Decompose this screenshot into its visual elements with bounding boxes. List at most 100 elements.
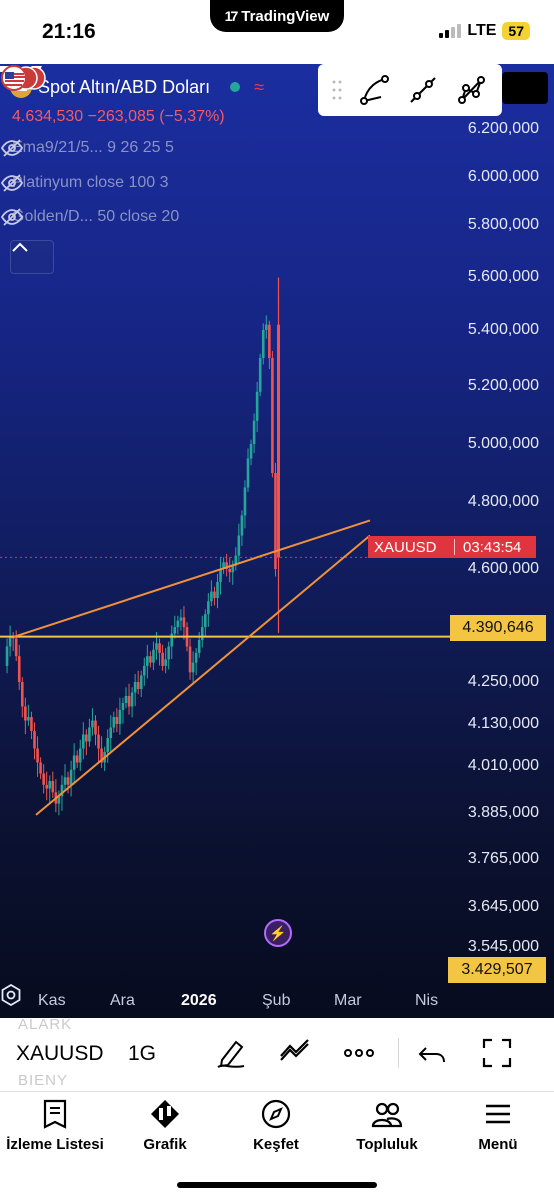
- bar-countdown: 03:43:54: [463, 538, 522, 556]
- candle-body: [164, 659, 167, 666]
- eye-hidden-icon[interactable]: [0, 171, 24, 195]
- candle-body: [265, 324, 268, 330]
- nav-label: Topluluk: [356, 1136, 418, 1153]
- menu-icon: [486, 1104, 510, 1124]
- candle-body: [63, 777, 67, 785]
- arc-tool-button[interactable]: [357, 73, 391, 107]
- community-icon: [371, 1102, 403, 1128]
- dynamic-island: 17 TradingView: [210, 0, 344, 32]
- candle-body: [14, 638, 18, 657]
- path-tool-button[interactable]: [455, 73, 489, 107]
- nav-item-watchlist[interactable]: İzleme Listesi: [0, 1098, 110, 1153]
- candle-body: [204, 614, 207, 628]
- tag-divider: [454, 539, 455, 555]
- home-indicator: [177, 1182, 377, 1188]
- price-scale-label: 4.130,000: [467, 715, 539, 732]
- candle-body: [182, 617, 186, 628]
- candle-body: [213, 591, 216, 599]
- price-scale-label: 5.600,000: [467, 268, 539, 285]
- nav-item-menu[interactable]: Menü: [443, 1098, 553, 1153]
- pencil-draw-icon[interactable]: [214, 1036, 248, 1070]
- undo-icon[interactable]: [416, 1036, 450, 1070]
- candle-body: [97, 734, 100, 749]
- drawing-toolbar: [318, 64, 502, 116]
- time-axis[interactable]: Kas Ara 2026 Şub Mar Nis: [0, 984, 554, 1018]
- signal-icon: [439, 24, 462, 38]
- symbol-ticker-button[interactable]: XAUUSD: [16, 1042, 104, 1066]
- wave-icon: ≈: [254, 76, 264, 97]
- fullscreen-icon[interactable]: [480, 1036, 514, 1070]
- lower-trendline: [35, 534, 371, 816]
- drag-handle-icon[interactable]: [332, 79, 342, 101]
- indicator-legend-golden[interactable]: Golden/D... 50 close 20: [12, 208, 179, 226]
- trend-line-tool-button[interactable]: [406, 73, 440, 107]
- candle-body: [228, 569, 231, 573]
- candle-body: [170, 633, 174, 647]
- candle-body: [255, 391, 259, 421]
- candle-body: [194, 652, 198, 663]
- candle-body: [243, 487, 247, 516]
- price-scale-label: 4.600,000: [467, 560, 539, 577]
- symbol-name[interactable]: Spot Altın/ABD Doları: [38, 77, 210, 98]
- candle-body: [139, 675, 143, 689]
- candle-body: [219, 569, 222, 582]
- toolbar-divider: [398, 1038, 399, 1068]
- horizontal-level-label[interactable]: 4.390,646: [450, 615, 546, 641]
- candle-body: [237, 535, 241, 556]
- battery-badge: 57: [502, 22, 530, 40]
- candle-body: [191, 662, 195, 673]
- candle-body: [66, 777, 70, 785]
- price-scale-label: 4.010,000: [467, 757, 539, 774]
- candle-body: [143, 665, 146, 676]
- chart-area[interactable]: ▬ Spot Altın/ABD Doları ≈ 4.634,530 −263…: [0, 64, 554, 1018]
- clock: 21:16: [42, 20, 96, 43]
- candle-body: [8, 636, 12, 647]
- candle-body: [21, 682, 24, 707]
- chart-settings-gear-icon[interactable]: [0, 984, 22, 1006]
- candle-body: [39, 762, 42, 774]
- candle-body: [91, 720, 94, 728]
- price-scale-label: 3.545,000: [467, 938, 539, 955]
- nav-item-community[interactable]: Topluluk: [332, 1098, 442, 1153]
- symbol-header[interactable]: ▬ Spot Altın/ABD Doları ≈: [10, 76, 264, 98]
- flash-news-icon[interactable]: ⚡: [264, 919, 292, 947]
- candle-body: [252, 420, 256, 444]
- indicators-icon[interactable]: [278, 1036, 312, 1070]
- price-scale-label: 5.200,000: [467, 377, 539, 394]
- ghost-symbol-top: ALARK: [18, 1016, 73, 1033]
- price-scale-label: 3.885,000: [467, 804, 539, 821]
- candle-body: [197, 640, 201, 653]
- chevron-up-icon: [12, 242, 28, 252]
- candle-body: [17, 656, 21, 682]
- tradingview-logo-icon: 17: [224, 8, 239, 24]
- candle-body: [200, 627, 204, 641]
- collapse-legend-button[interactable]: [10, 240, 54, 274]
- candle-body: [106, 738, 109, 752]
- indicator-legend-platinyum[interactable]: Platinyum close 100 3: [12, 174, 169, 192]
- candle-body: [88, 727, 91, 742]
- candle-body: [152, 649, 155, 663]
- quote-line: 4.634,530 −263,085 (−5,37%): [12, 108, 225, 125]
- candle-body: [271, 358, 274, 473]
- candle-body: [33, 731, 36, 749]
- nav-item-explore[interactable]: Keşfet: [221, 1098, 331, 1153]
- chart-icon: [151, 1100, 179, 1128]
- candle-body: [240, 515, 244, 536]
- candle-body: [124, 696, 128, 703]
- eye-hidden-icon[interactable]: [0, 205, 24, 229]
- compass-icon: [261, 1099, 291, 1129]
- more-options-icon[interactable]: [342, 1036, 376, 1070]
- candle-body: [75, 755, 79, 763]
- last-price-symbol: XAUUSD: [374, 538, 437, 556]
- interval-button[interactable]: 1G: [128, 1042, 156, 1066]
- economic-events-flags-icon[interactable]: [0, 64, 46, 92]
- trend-line-tool-icon: [409, 77, 436, 103]
- nav-item-chart[interactable]: Grafik: [110, 1098, 220, 1153]
- candle-body: [246, 458, 250, 488]
- toolbar-overflow-button[interactable]: [502, 72, 548, 104]
- price-scale-label: 6.200,000: [467, 120, 539, 137]
- candle-body: [127, 696, 131, 707]
- nav-label: Grafik: [143, 1136, 187, 1153]
- indicator-legend-ema[interactable]: Ema9/21/5... 9 26 25 5: [12, 139, 174, 157]
- eye-hidden-icon[interactable]: [0, 136, 24, 160]
